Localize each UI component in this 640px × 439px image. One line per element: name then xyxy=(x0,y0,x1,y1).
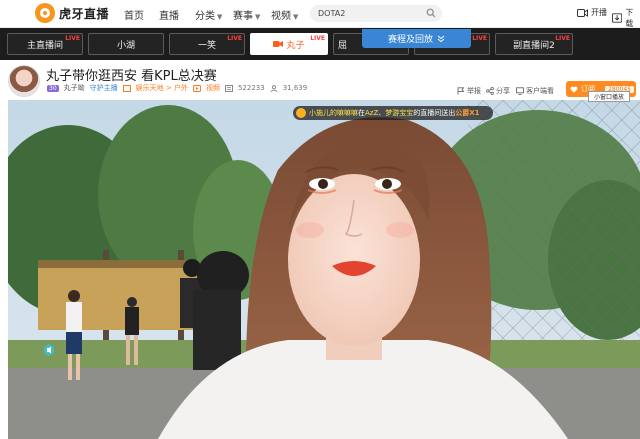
download-button[interactable]: 下载 xyxy=(612,7,640,29)
chevron-down-icon: ▼ xyxy=(255,13,261,21)
share-button[interactable]: 分享 xyxy=(486,86,510,96)
gift-middle-text: 的直播间送出 xyxy=(413,109,456,117)
channel-tab-sub2[interactable]: 副直播间2 LIVE xyxy=(495,33,573,55)
viewers-icon xyxy=(224,84,233,92)
heart-icon xyxy=(570,86,578,93)
broadcast-button[interactable]: 开播 xyxy=(577,7,607,18)
fans-icon xyxy=(270,84,278,92)
report-button[interactable]: 举报 xyxy=(457,86,481,96)
guard-streamer-link[interactable]: 守护主播 xyxy=(90,83,118,93)
chevron-down-icon: ▼ xyxy=(293,13,299,21)
room-title: 丸子带你逛西安 看KPL总决赛 xyxy=(46,69,217,84)
gift-name: 公爵X1 xyxy=(455,109,480,117)
schedule-replay-label: 赛程及回放 xyxy=(387,35,433,45)
category-icon xyxy=(122,84,131,92)
channel-tab-label: 副直播间2 xyxy=(513,40,555,51)
subcategory-label: 户外 xyxy=(173,84,188,92)
nav-live[interactable]: 直播 xyxy=(159,7,179,22)
gift-broadcast-banner[interactable]: 小施儿的嘛嘛嘛 在 AzZ、梦游宝宝 的直播间送出 公爵X1 xyxy=(293,106,493,120)
gift-source: AzZ、梦游宝宝 xyxy=(365,109,414,117)
category-link[interactable]: 娱乐天地 > 户外 xyxy=(136,83,188,93)
video-icon xyxy=(192,84,201,92)
monitor-icon xyxy=(516,87,524,95)
schedule-replay-button[interactable]: 赛程及回放 xyxy=(362,29,471,48)
client-watch-label: 客户端看 xyxy=(526,87,554,95)
report-label: 举报 xyxy=(467,87,481,95)
channel-tab-label: 丸子 xyxy=(286,40,305,51)
avatar[interactable] xyxy=(8,65,40,97)
channel-tab-yixiao[interactable]: 一笑 LIVE xyxy=(169,33,245,55)
video-player[interactable]: 小施儿的嘛嘛嘛 在 AzZ、梦游宝宝 的直播间送出 公爵X1 xyxy=(8,100,640,439)
level-badge: 30 xyxy=(47,84,59,92)
nav-video[interactable]: 视频 ▼ xyxy=(271,7,298,22)
live-badge: LIVE xyxy=(65,35,80,42)
report-icon xyxy=(457,87,465,95)
live-badge: LIVE xyxy=(227,35,242,42)
channel-strip: 主直播间 LIVE 小湖 一笑 LIVE 丸子 LIVE 屈 LIVE 副直播间… xyxy=(0,28,640,60)
channel-tab-label: 主直播间 xyxy=(26,40,63,51)
double-chevron-down-icon xyxy=(437,35,445,42)
channel-tab-xiaohu[interactable]: 小湖 xyxy=(88,33,164,55)
chevron-down-icon: ▼ xyxy=(217,13,223,21)
broadcast-label: 开播 xyxy=(591,8,607,17)
gift-icon xyxy=(296,108,306,118)
top-navigation: 虎牙直播 首页 直播 分类▼ 赛事▼ 视频▼ 开播 下载 xyxy=(0,0,640,28)
client-watch-button[interactable]: 客户端看 xyxy=(516,86,554,96)
gift-in-text: 在 xyxy=(358,109,365,117)
nav-category-label: 分类 xyxy=(195,11,215,22)
mini-window-button[interactable]: 小窗口播放 xyxy=(588,91,630,102)
live-badge: LIVE xyxy=(310,35,325,42)
channel-tab-main[interactable]: 主直播间 LIVE xyxy=(7,33,83,55)
download-icon xyxy=(612,13,623,23)
nav-category[interactable]: 分类 ▼ xyxy=(195,7,222,22)
camera-icon xyxy=(273,41,284,47)
streamer-name[interactable]: 丸子呦 xyxy=(64,83,85,93)
search-icon[interactable] xyxy=(426,8,436,18)
share-icon xyxy=(486,87,494,95)
channel-tab-label: 屈 xyxy=(338,40,348,51)
nav-home[interactable]: 首页 xyxy=(124,7,144,22)
live-badge: LIVE xyxy=(555,35,570,42)
download-label: 下载 xyxy=(625,8,634,28)
channel-tab-label: 一笑 xyxy=(197,40,216,51)
fans-count: 31,639 xyxy=(282,84,308,92)
search-input[interactable] xyxy=(310,5,442,22)
channel-tab-label: 小湖 xyxy=(116,40,135,51)
video-link[interactable]: 视频 xyxy=(206,83,220,93)
nav-events-label: 赛事 xyxy=(233,11,253,22)
broadcast-icon xyxy=(577,8,588,17)
page: 虎牙直播 首页 直播 分类▼ 赛事▼ 视频▼ 开播 下载 xyxy=(0,0,640,439)
logo[interactable]: 虎牙直播 xyxy=(35,3,109,23)
share-label: 分享 xyxy=(496,87,510,95)
video-frame xyxy=(8,100,640,439)
room-meta: 30 丸子呦 守护主播 娱乐天地 > 户外 视频 522233 31,639 xyxy=(47,83,307,93)
category-label: 娱乐天地 xyxy=(135,84,164,92)
live-badge: LIVE xyxy=(472,35,487,42)
nav-events[interactable]: 赛事 ▼ xyxy=(233,7,260,22)
huya-logo-icon xyxy=(35,3,55,23)
logo-text: 虎牙直播 xyxy=(59,6,110,21)
gift-sender: 小施儿的嘛嘛嘛 xyxy=(309,109,358,117)
player-volume-icon[interactable] xyxy=(42,343,56,357)
view-count: 522233 xyxy=(237,84,265,92)
nav-video-label: 视频 xyxy=(271,11,291,22)
room-info-bar: 丸子带你逛西安 看KPL总决赛 30 丸子呦 守护主播 娱乐天地 > 户外 视频… xyxy=(0,60,640,100)
channel-tab-wanzi[interactable]: 丸子 LIVE xyxy=(250,33,328,55)
